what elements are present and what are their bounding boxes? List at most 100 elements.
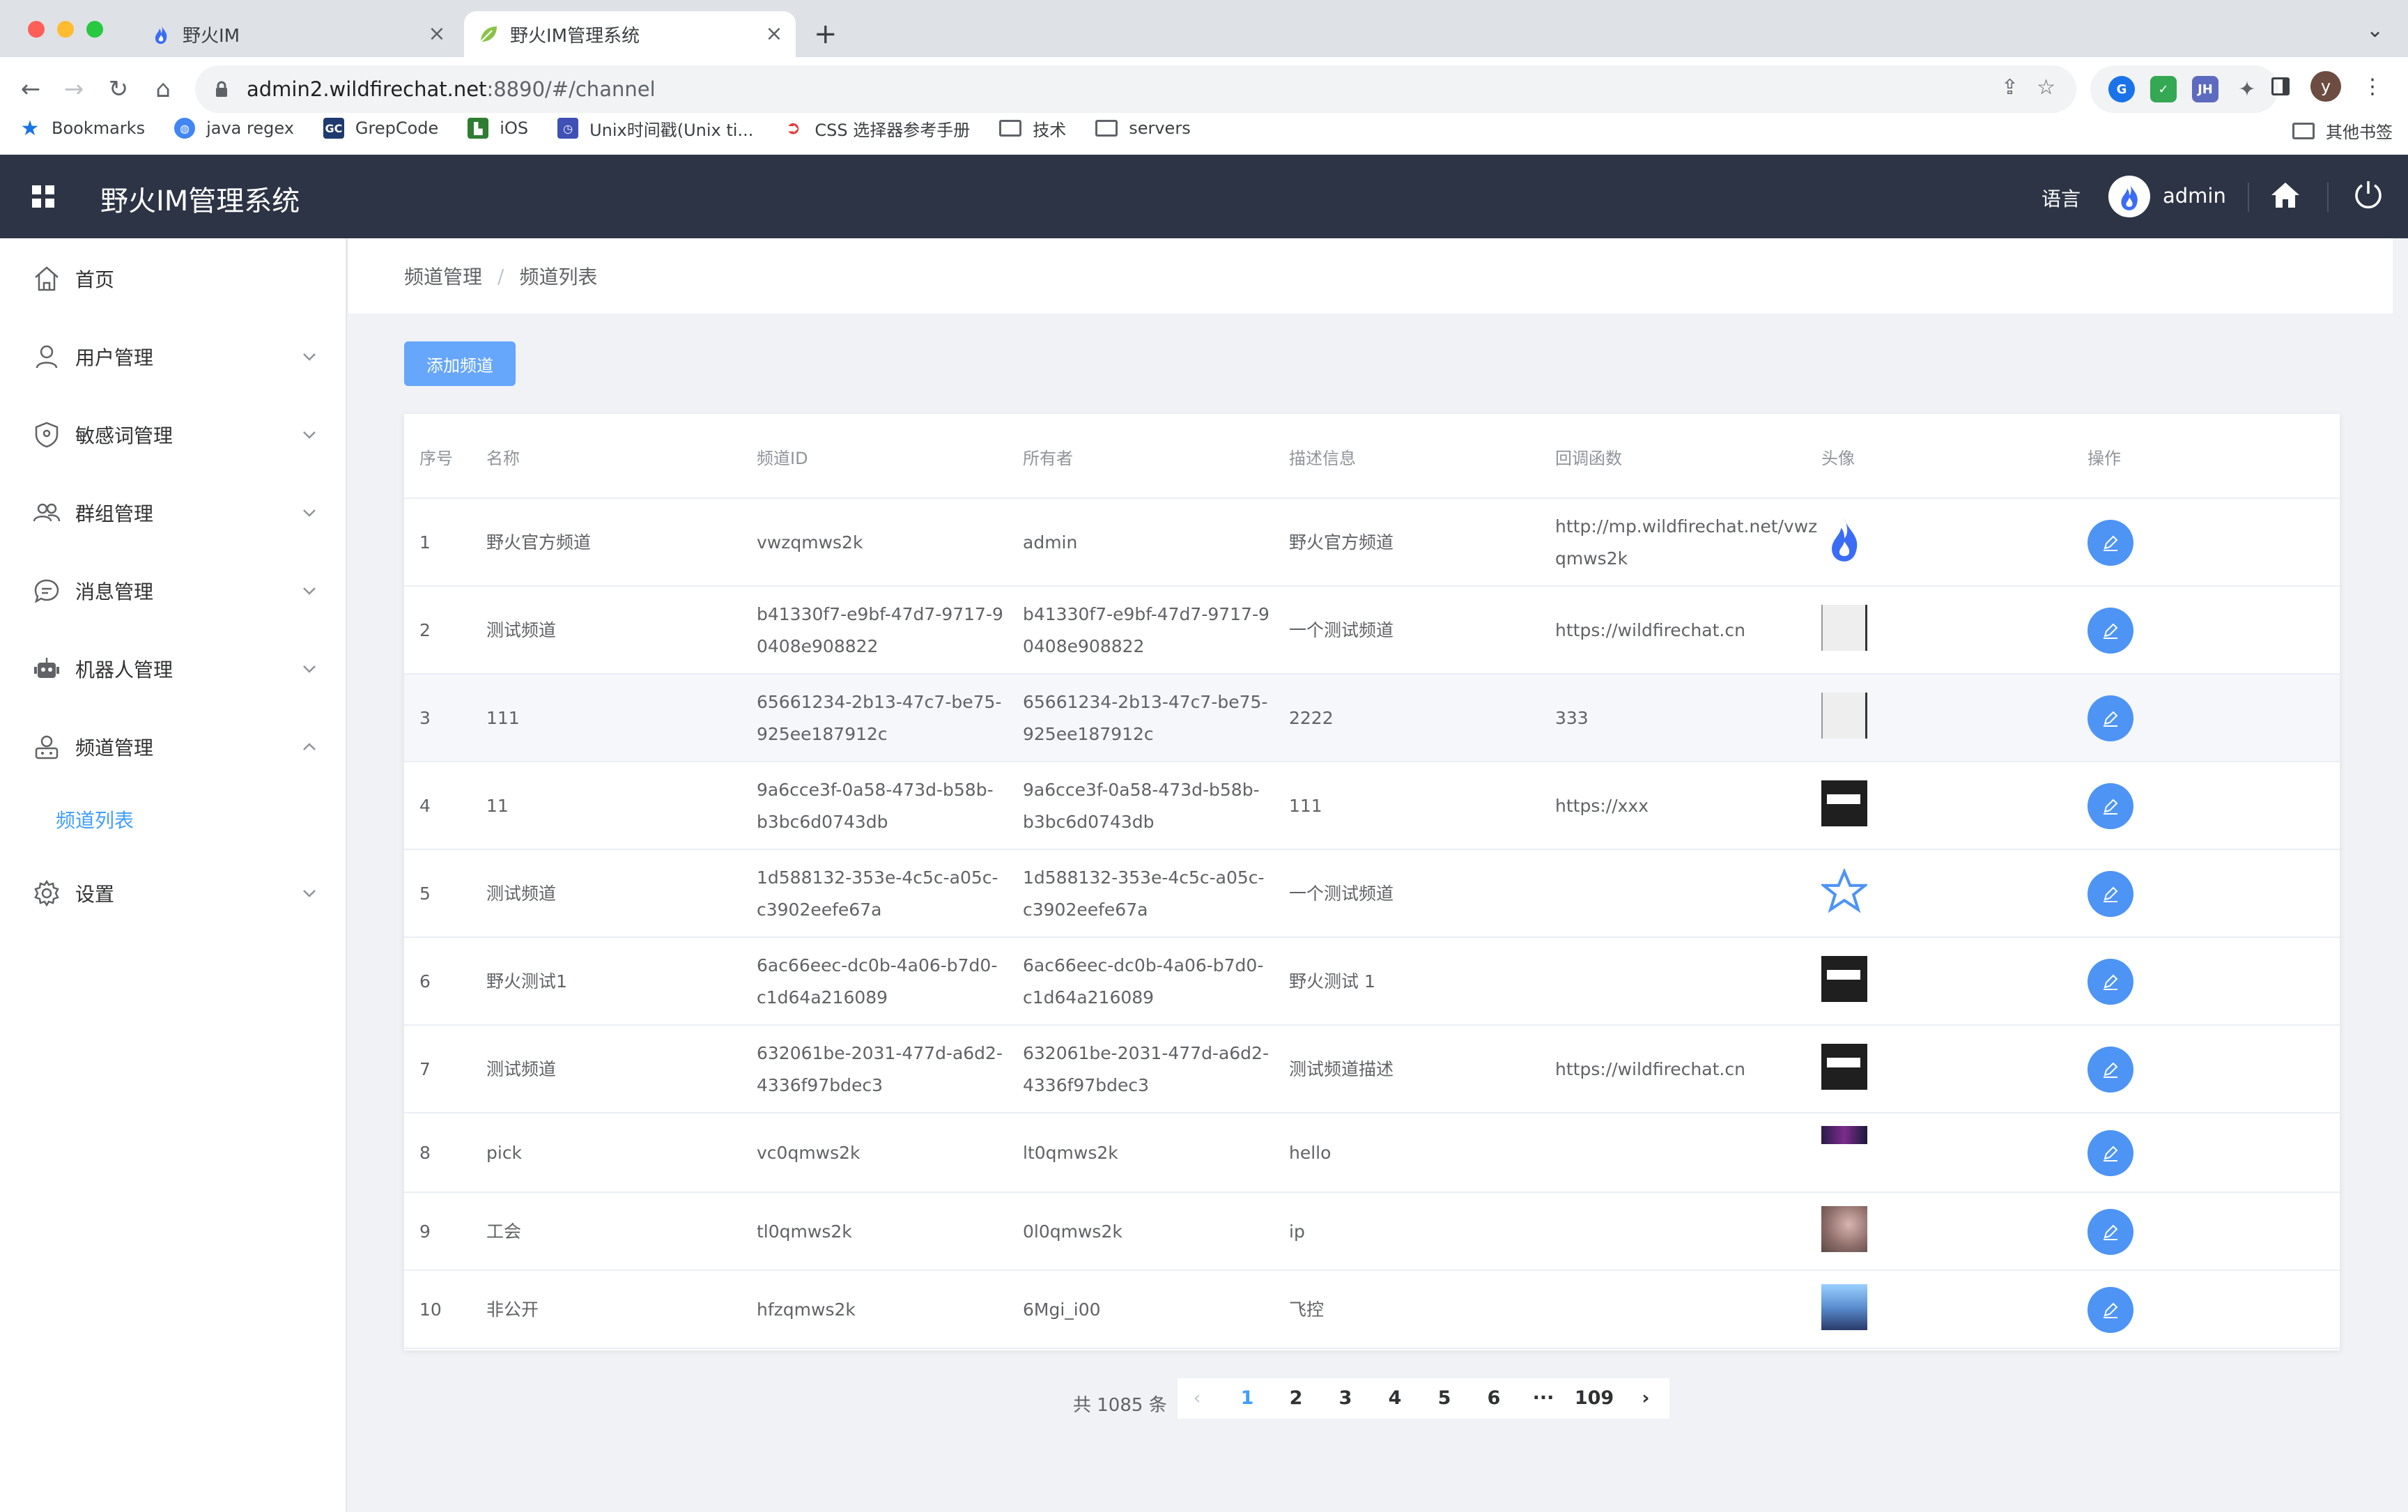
channel-id-line: vc0qmws2k xyxy=(757,1143,860,1163)
chevron-down-icon xyxy=(303,587,316,595)
channel-id: 1d588132-353e-4c5c-a05c-c3902eefe67a xyxy=(757,862,998,926)
edit-button[interactable] xyxy=(2087,608,2133,654)
channel-id-line: 1d588132-353e-4c5c-a05c- xyxy=(757,867,998,888)
extensions-bar: G ✓ JH ✦ xyxy=(2090,65,2278,113)
flame-icon xyxy=(1832,518,1858,562)
channel-description: ip xyxy=(1289,1216,1305,1248)
edit-button[interactable] xyxy=(2087,871,2133,917)
channel-id-line: c3902eefe67a xyxy=(757,900,882,920)
channel-name: 野火官方频道 xyxy=(486,527,591,559)
bookmark-item[interactable]: ◍ java regex xyxy=(174,118,294,139)
edit-button[interactable] xyxy=(2087,783,2133,829)
profile-avatar[interactable]: y xyxy=(2310,71,2341,102)
home-icon xyxy=(32,264,61,293)
breadcrumb-parent[interactable]: 频道管理 xyxy=(404,262,482,290)
channel-description-line: 测试频道描述 xyxy=(1289,1059,1394,1079)
sidebar-item-users[interactable]: 用户管理 xyxy=(0,318,347,396)
page-button[interactable]: 5 xyxy=(1425,1378,1464,1419)
row-index: 7 xyxy=(419,1054,431,1086)
browser-tab-1[interactable]: 野火IM × xyxy=(137,11,458,57)
jh-extension-icon[interactable]: JH xyxy=(2192,76,2218,102)
channel-name: 测试频道 xyxy=(486,1054,556,1086)
share-icon[interactable]: ⇪ xyxy=(2001,75,2019,100)
channel-name: 111 xyxy=(486,702,520,734)
row-index-line: 6 xyxy=(419,971,431,992)
bookmark-item[interactable]: ★ Bookmarks xyxy=(20,116,146,141)
channel-name-line: 测试频道 xyxy=(486,620,557,640)
reload-icon[interactable]: ↻ xyxy=(99,70,138,109)
page-button[interactable]: 2 xyxy=(1276,1378,1315,1419)
home-icon[interactable]: ⌂ xyxy=(144,70,183,109)
message-icon xyxy=(32,576,61,605)
back-icon[interactable]: ← xyxy=(11,70,50,109)
grid-menu-icon[interactable] xyxy=(32,185,54,208)
bookmark-item[interactable]: ◷ Unix时间戳(Unix ti... xyxy=(557,116,753,141)
sidebar-item-home[interactable]: 首页 xyxy=(0,240,347,318)
user-avatar[interactable] xyxy=(2108,176,2150,217)
page-button[interactable]: 1 xyxy=(1228,1378,1267,1419)
puzzle-icon[interactable]: ✦ xyxy=(2234,76,2260,102)
forward-icon[interactable]: → xyxy=(54,70,93,109)
channel-owner-line: admin xyxy=(1023,532,1078,553)
sidebar-item-robots[interactable]: 机器人管理 xyxy=(0,630,347,708)
table-row: 1 野火官方频道 vwzqmws2k admin 野火官方频道 http://mp.wil… xyxy=(404,499,2340,587)
channel-id-line: vwzqmws2k xyxy=(757,532,863,553)
user-name[interactable]: admin xyxy=(2163,184,2226,208)
close-tab-icon[interactable]: × xyxy=(762,22,786,46)
channel-id: 9a6cce3f-0a58-473d-b58b-b3bc6d0743db xyxy=(757,774,994,838)
chevron-down-icon[interactable]: ⌄ xyxy=(2366,18,2384,43)
bookmark-item[interactable]: ▙ iOS xyxy=(468,118,528,139)
sidebar-item-sensitive-words[interactable]: 敏感词管理 xyxy=(0,396,347,474)
sidebar-subitem-channel-list[interactable]: 频道列表 xyxy=(56,805,134,833)
bookmark-star-icon[interactable]: ☆ xyxy=(2037,75,2055,100)
edit-button[interactable] xyxy=(2087,1287,2133,1333)
column-header: 频道ID xyxy=(757,449,808,468)
other-bookmarks[interactable]: 其他书签 xyxy=(2292,118,2393,143)
sidebar-item-settings[interactable]: 设置 xyxy=(0,854,347,932)
sidebar-item-channels[interactable]: 频道管理 xyxy=(0,708,347,786)
page-button[interactable]: 6 xyxy=(1474,1378,1513,1419)
edit-button[interactable] xyxy=(2087,959,2133,1005)
channel-name-line: 11 xyxy=(486,796,509,816)
browser-tab-2[interactable]: 野火IM管理系统 × xyxy=(464,11,796,57)
table-row: 7 测试频道 632061be-2031-477d-a6d2- 4336f97bdec… xyxy=(404,1026,2340,1113)
edit-button[interactable] xyxy=(2087,695,2133,741)
edit-button[interactable] xyxy=(2087,1130,2133,1176)
page-button[interactable]: 4 xyxy=(1375,1378,1414,1419)
shield-extension-icon[interactable]: ✓ xyxy=(2150,76,2177,102)
new-tab-icon[interactable]: + xyxy=(814,18,838,50)
edit-button[interactable] xyxy=(2087,1047,2133,1093)
channel-id: vc0qmws2k xyxy=(757,1137,860,1169)
globe-icon: ◍ xyxy=(174,118,196,139)
channel-description-line: 野火官方频道 xyxy=(1289,532,1394,553)
add-channel-button[interactable]: 添加频道 xyxy=(404,341,516,386)
bookmark-item[interactable]: ➲ CSS 选择器参考手册 xyxy=(782,116,970,141)
maximize-window-button[interactable] xyxy=(86,21,103,38)
side-panel-icon[interactable] xyxy=(2271,77,2290,95)
next-page-icon[interactable]: › xyxy=(1626,1378,1665,1419)
sidebar-item-messages[interactable]: 消息管理 xyxy=(0,552,347,630)
page-button[interactable]: 109 xyxy=(1570,1378,1618,1419)
more-menu-icon[interactable]: ⋮ xyxy=(2362,75,2383,99)
close-tab-icon[interactable]: × xyxy=(425,22,449,46)
edit-button[interactable] xyxy=(2087,1209,2133,1255)
translate-extension-icon[interactable]: G xyxy=(2108,76,2135,102)
power-icon[interactable] xyxy=(2352,178,2384,213)
page-button[interactable]: 3 xyxy=(1326,1378,1365,1419)
bookmark-item[interactable]: servers xyxy=(1095,118,1191,138)
channel-name-line: 非公开 xyxy=(486,1299,539,1320)
home-icon[interactable] xyxy=(2270,180,2301,213)
minimize-window-button[interactable] xyxy=(57,21,74,38)
language-button[interactable]: 语言 xyxy=(2042,184,2081,212)
more-pages-icon[interactable]: ··· xyxy=(1524,1378,1563,1419)
table-row: 2 测试频道 b41330f7-e9bf-47d7-9717-9 0408e90882… xyxy=(404,587,2340,674)
address-bar[interactable]: admin2.wildfirechat.net:8890/#/channel ⇪… xyxy=(195,65,2076,113)
edit-button[interactable] xyxy=(2087,520,2133,566)
close-window-button[interactable] xyxy=(28,21,45,38)
prev-page-icon[interactable]: ‹ xyxy=(1178,1378,1217,1419)
bookmark-item[interactable]: GC GrepCode xyxy=(323,118,438,139)
bookmark-item[interactable]: 技术 xyxy=(999,116,1066,141)
sidebar-item-groups[interactable]: 群组管理 xyxy=(0,474,347,552)
channel-description: 111 xyxy=(1289,790,1322,822)
channel-id-line: 6ac66eec-dc0b-4a06-b7d0- xyxy=(757,955,998,975)
